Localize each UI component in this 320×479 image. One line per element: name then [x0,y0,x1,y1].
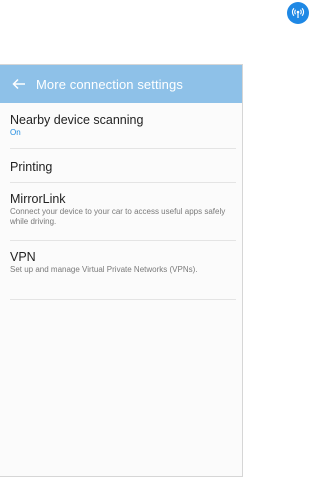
list-item-title: Printing [10,160,53,174]
status-text: On [10,128,21,137]
settings-list: Nearby device scanning On Printing Mirro… [0,103,242,300]
page: More connection settings Nearby device s… [0,0,316,479]
list-item-description: Connect your device to your car to acces… [10,207,226,226]
list-item-description: Set up and manage Virtual Private Networ… [10,265,198,274]
list-item-title: VPN [10,250,36,264]
page-title: More connection settings [36,76,183,92]
list-item-title: MirrorLink [10,192,66,206]
divider [10,299,236,300]
list-item-mirrorlink[interactable]: MirrorLink Connect your device to your c… [0,183,242,241]
wireless-signal-icon [287,2,309,24]
back-arrow-icon[interactable] [10,75,28,93]
list-item-vpn[interactable]: VPN Set up and manage Virtual Private Ne… [0,241,242,300]
list-item-nearby-device-scanning[interactable]: Nearby device scanning On [0,103,242,149]
list-item-title: Nearby device scanning [10,113,144,127]
list-item-printing[interactable]: Printing [0,149,242,183]
settings-screen: More connection settings Nearby device s… [0,64,243,477]
app-bar: More connection settings [0,65,242,103]
